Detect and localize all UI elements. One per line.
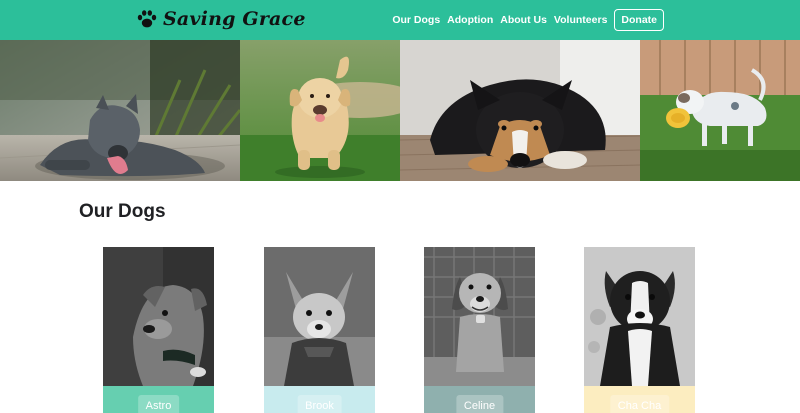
grey-pit-bull-lying-photo [0, 40, 240, 181]
dog-photo-brook [264, 247, 375, 386]
dog-name-bar: Astro [103, 386, 214, 413]
black-tan-dog-lying-photo [400, 40, 640, 181]
paw-print-icon [137, 10, 157, 28]
dog-card-cha-cha[interactable]: Cha Cha [584, 247, 695, 413]
nav-about-us[interactable]: About Us [500, 14, 547, 26]
hero-photo-strip [0, 40, 800, 181]
dog-card-celine[interactable]: Celine [424, 247, 535, 413]
dog-name-label: Astro [137, 395, 180, 413]
dog-name-label: Celine [455, 395, 504, 413]
dog-name-label: Cha Cha [609, 395, 670, 413]
nav-volunteers[interactable]: Volunteers [554, 14, 607, 26]
top-nav-bar: Saving Grace Our Dogs Adoption About Us … [0, 0, 800, 40]
nav-adoption[interactable]: Adoption [447, 14, 493, 26]
dog-name-bar: Brook [264, 386, 375, 413]
dog-card-brook[interactable]: Brook [264, 247, 375, 413]
dog-photo-cha-cha [584, 247, 695, 386]
logo-text: Saving Grace [163, 8, 306, 30]
dog-name-label: Brook [297, 395, 342, 413]
donate-button[interactable]: Donate [614, 9, 664, 31]
dog-name-bar: Cha Cha [584, 386, 695, 413]
dog-photo-celine [424, 247, 535, 386]
golden-puppy-running-photo [240, 40, 400, 181]
section-title: Our Dogs [79, 201, 166, 222]
dog-name-bar: Celine [424, 386, 535, 413]
dog-photo-astro [103, 247, 214, 386]
dog-card-astro[interactable]: Astro [103, 247, 214, 413]
white-dog-with-frisbee-photo [640, 40, 800, 181]
nav-links: Our Dogs Adoption About Us Volunteers Do… [392, 9, 664, 31]
nav-our-dogs[interactable]: Our Dogs [392, 14, 440, 26]
site-logo[interactable]: Saving Grace [136, 7, 306, 31]
